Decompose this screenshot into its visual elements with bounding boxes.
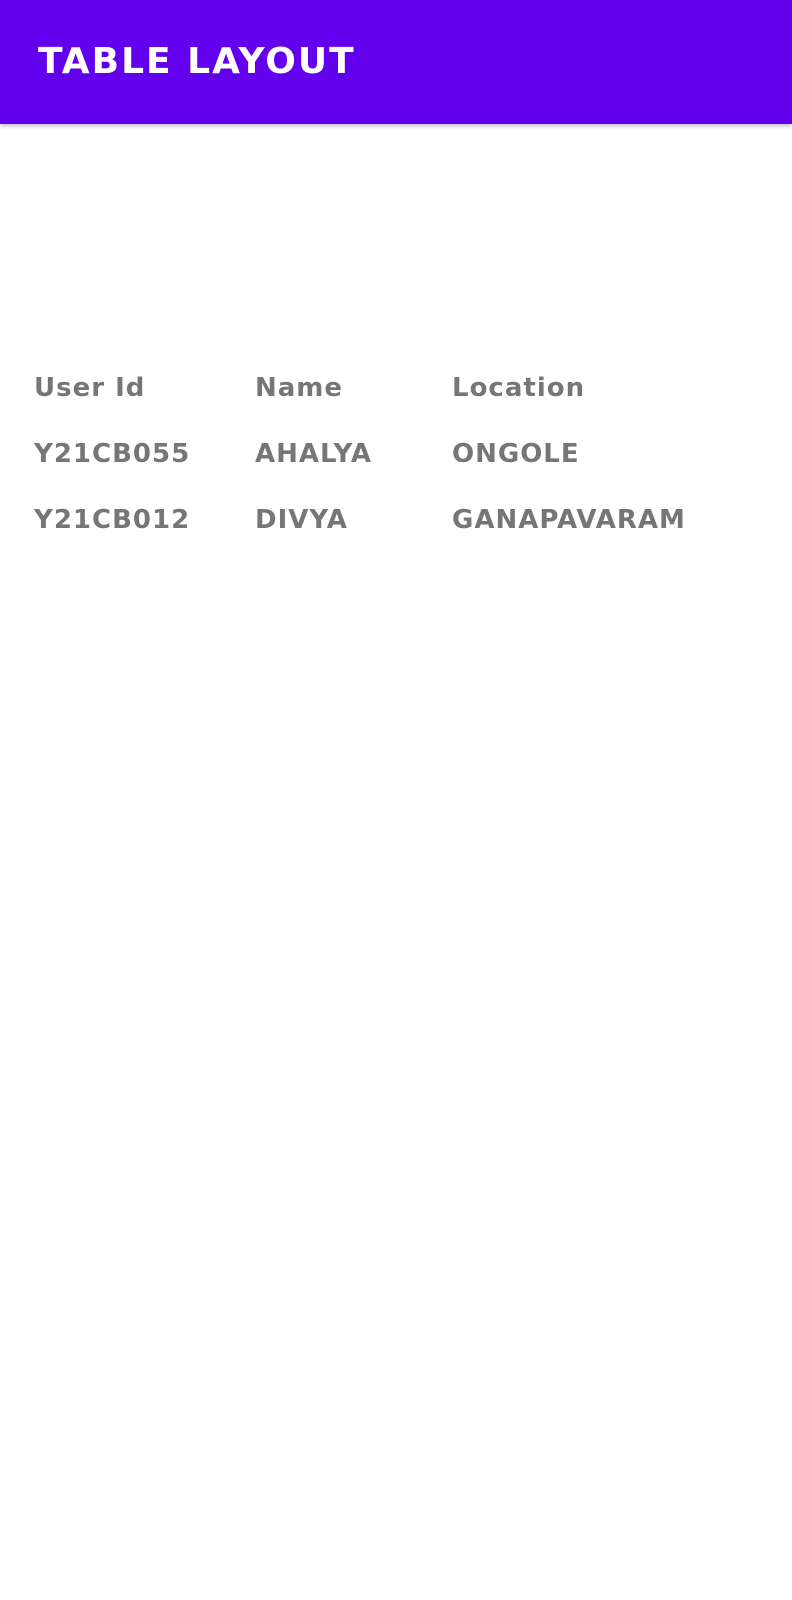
- table-row: Y21CB055 AHALYA ONGOLE: [34, 421, 782, 487]
- cell-location: ONGOLE: [452, 439, 580, 469]
- app-bar: TABLE LAYOUT: [0, 0, 792, 124]
- table-header-row: User Id Name Location: [34, 355, 782, 421]
- app-title: TABLE LAYOUT: [38, 40, 356, 82]
- cell-user-id: Y21CB012: [34, 505, 191, 535]
- header-user-id: User Id: [34, 373, 146, 403]
- user-table: User Id Name Location Y21CB055 AHALYA ON…: [34, 355, 782, 553]
- cell-location: GANAPAVARAM: [452, 505, 686, 535]
- cell-name: DIVYA: [255, 505, 348, 535]
- header-location: Location: [452, 373, 586, 403]
- header-name: Name: [255, 373, 344, 403]
- cell-user-id: Y21CB055: [34, 439, 191, 469]
- table-row: Y21CB012 DIVYA GANAPAVARAM: [34, 487, 782, 553]
- cell-name: AHALYA: [255, 439, 372, 469]
